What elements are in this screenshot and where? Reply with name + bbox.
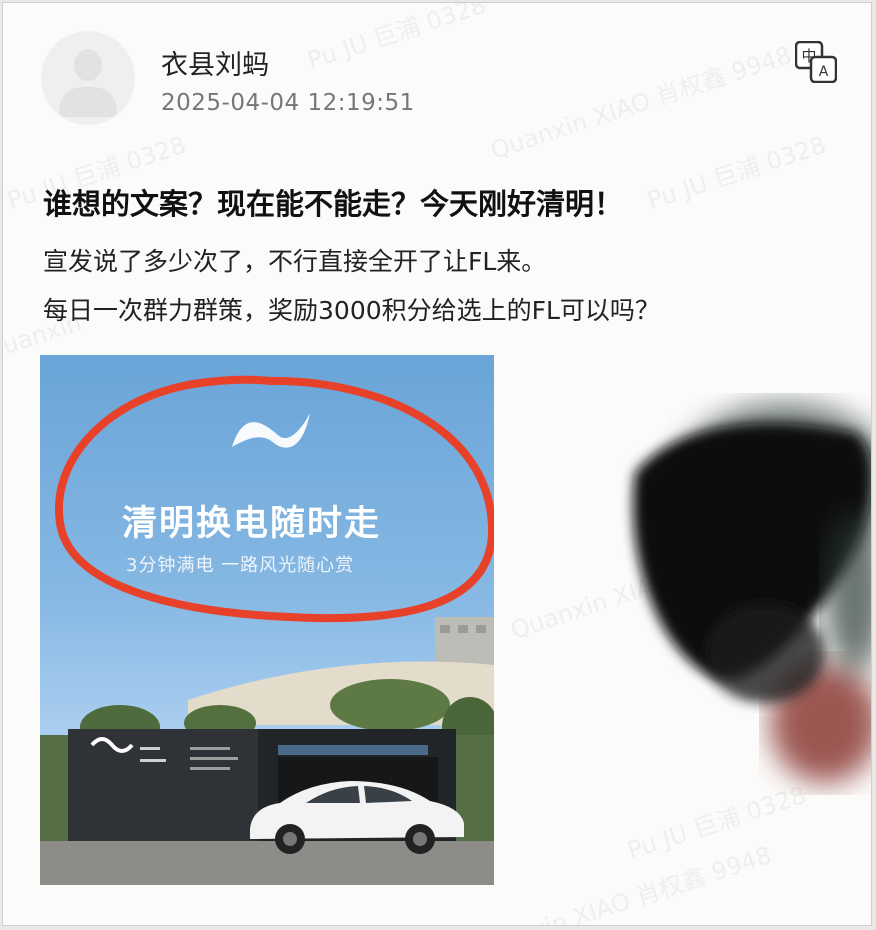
image-headline: 清明换电随时走 <box>122 504 382 544</box>
post-body-line: 每日一次群力群策，奖励3000积分给选上的FL可以吗？ <box>43 296 660 325</box>
post-card: Pu JU 巨浦 0328 Quanxin XIAO 肖权鑫 9948 Pu J… <box>2 2 872 926</box>
brand-logo-icon <box>232 413 310 448</box>
watermark: Pu JU 巨浦 0328 <box>643 130 830 215</box>
redaction-smear <box>633 403 871 783</box>
swap-station-left <box>68 729 258 841</box>
watermark: Quanxin XIAO 肖权鑫 9948 <box>487 40 795 165</box>
avatar-head-shape <box>74 49 102 81</box>
post-image[interactable]: 清明换电随时走 3分钟满电 一路风光随心赏 <box>40 355 494 885</box>
post-timestamp: 2025-04-04 12:19:51 <box>161 90 415 116</box>
post-body-line: 宣发说了多少次了，不行直接全开了让FL来。 <box>43 247 547 276</box>
username[interactable]: 衣县刘蚂 <box>161 43 269 82</box>
watermark: Pu JU 巨浦 0328 <box>303 2 490 75</box>
avatar[interactable] <box>41 31 135 125</box>
translate-icon[interactable]: 中 A <box>794 40 838 84</box>
tree <box>330 679 450 731</box>
watermark: Quanxin XIAO 肖权鑫 9948 <box>467 840 775 926</box>
image-subline: 3分钟满电 一路风光随心赏 <box>126 555 355 576</box>
background-building <box>435 617 494 667</box>
avatar-body-shape <box>59 87 117 117</box>
translate-icon-glyph-a: A <box>819 64 829 80</box>
post-title: 谁想的文案？现在能不能走？今天刚好清明！ <box>43 187 624 221</box>
